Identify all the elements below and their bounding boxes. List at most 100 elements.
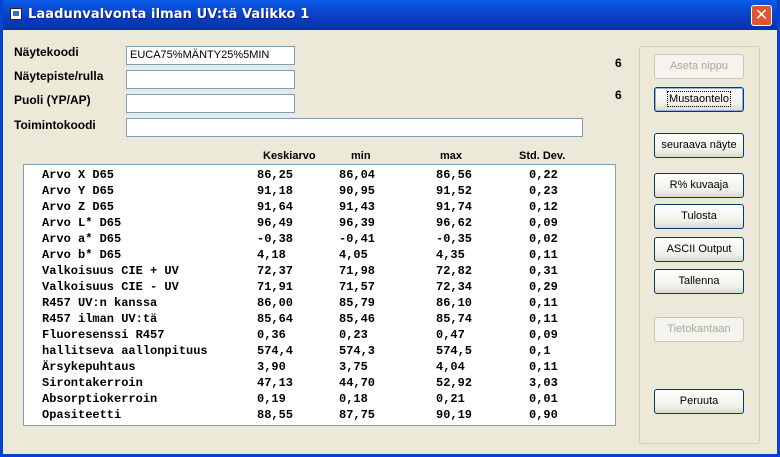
cell-avg: 91,18 (257, 184, 294, 198)
results-list[interactable]: Arvo X D65 86,25 86,04 86,56 0,22 Arvo Y D65 9… (23, 164, 616, 426)
cell-min: 574,3 (339, 344, 376, 358)
cell-std: 0,12 (529, 200, 558, 214)
cell-avg: 72,37 (257, 264, 294, 278)
cell-max: 86,56 (436, 168, 473, 182)
cell-max: 91,74 (436, 200, 473, 214)
toimintokoodi-label: Toimintokoodi (14, 118, 96, 132)
cell-max: 0,47 (436, 328, 465, 342)
cell-name: Arvo Z D65 (42, 200, 115, 214)
cell-min: 90,95 (339, 184, 376, 198)
naytepiste-label: Näytepiste/rulla (14, 69, 104, 83)
tietokantaan-button[interactable]: Tietokantaan (654, 317, 744, 342)
list-item[interactable]: Arvo L* D65 96,49 96,39 96,62 0,09 (24, 216, 615, 232)
cell-max: 574,5 (436, 344, 473, 358)
cell-min: 44,70 (339, 376, 376, 390)
list-item[interactable]: Arvo Z D65 91,64 91,43 91,74 0,12 (24, 200, 615, 216)
seuraava-nayte-button[interactable]: seuraava näyte (654, 133, 744, 158)
cell-min: 3,75 (339, 360, 368, 374)
cell-min: 85,79 (339, 296, 376, 310)
cell-name: Arvo b* D65 (42, 248, 122, 262)
cell-name: Arvo a* D65 (42, 232, 122, 246)
naytekoodi-field[interactable]: EUCA75%MÄNTY25%5MIN (126, 46, 295, 65)
list-item[interactable]: Absorptiokerroin 0,19 0,18 0,21 0,01 (24, 392, 615, 408)
mustaontelo-count: 6 (615, 88, 622, 102)
cell-min: 91,43 (339, 200, 376, 214)
close-button[interactable]: ✕ (751, 5, 772, 26)
cell-max: 96,62 (436, 216, 473, 230)
cell-std: 0,1 (529, 344, 551, 358)
list-item[interactable]: Arvo Y D65 91,18 90,95 91,52 0,23 (24, 184, 615, 200)
mustaontelo-button-label: Mustaontelo (667, 91, 731, 107)
cell-name: Ärsykepuhtaus (42, 360, 136, 374)
list-item[interactable]: Fluoresenssi R457 0,36 0,23 0,47 0,09 (24, 328, 615, 344)
cell-avg: 47,13 (257, 376, 294, 390)
cell-std: 0,09 (529, 328, 558, 342)
naytepiste-field[interactable] (126, 70, 295, 89)
cell-max: 72,82 (436, 264, 473, 278)
cell-min: 86,04 (339, 168, 376, 182)
cell-std: 0,11 (529, 360, 558, 374)
cell-std: 0,90 (529, 408, 558, 422)
cell-avg: -0,38 (257, 232, 294, 246)
title-bar[interactable]: Laadunvalvonta ilman UV:tä Valikko 1 ✕ (3, 0, 777, 30)
cell-name: Valkoisuus CIE - UV (42, 280, 179, 294)
toimintokoodi-field[interactable] (126, 118, 583, 137)
list-item[interactable]: Opasiteetti 88,55 87,75 90,19 0,90 (24, 408, 615, 424)
app-icon (10, 8, 22, 20)
cell-name: Arvo L* D65 (42, 216, 122, 230)
mustaontelo-button[interactable]: Mustaontelo (654, 87, 744, 112)
cell-avg: 0,19 (257, 392, 286, 406)
cell-avg: 0,36 (257, 328, 286, 342)
cell-std: 0,11 (529, 296, 558, 310)
window-title: Laadunvalvonta ilman UV:tä Valikko 1 (28, 7, 310, 22)
cell-name: Arvo X D65 (42, 168, 115, 182)
list-item[interactable]: Sirontakerroin 47,13 44,70 52,92 3,03 (24, 376, 615, 392)
cell-max: 0,21 (436, 392, 465, 406)
list-item[interactable]: R457 UV:n kanssa 86,00 85,79 86,10 0,11 (24, 296, 615, 312)
cell-std: 0,01 (529, 392, 558, 406)
cell-avg: 86,25 (257, 168, 294, 182)
cell-avg: 91,64 (257, 200, 294, 214)
cell-std: 0,09 (529, 216, 558, 230)
cell-name: Opasiteetti (42, 408, 122, 422)
cell-std: 3,03 (529, 376, 558, 390)
cell-std: 0,23 (529, 184, 558, 198)
cell-min: -0,41 (339, 232, 376, 246)
aseta-nippu-button[interactable]: Aseta nippu (654, 54, 744, 79)
header-min: min (351, 150, 371, 162)
cell-max: 85,74 (436, 312, 473, 326)
cell-avg: 88,55 (257, 408, 294, 422)
cell-min: 71,57 (339, 280, 376, 294)
cell-avg: 85,64 (257, 312, 294, 326)
cell-avg: 4,18 (257, 248, 286, 262)
cell-std: 0,11 (529, 312, 558, 326)
peruuta-button[interactable]: Peruuta (654, 389, 744, 414)
list-item[interactable]: R457 ilman UV:tä 85,64 85,46 85,74 0,11 (24, 312, 615, 328)
cell-max: 72,34 (436, 280, 473, 294)
cell-avg: 71,91 (257, 280, 294, 294)
list-item[interactable]: Valkoisuus CIE + UV 72,37 71,98 72,82 0,31 (24, 264, 615, 280)
cell-min: 96,39 (339, 216, 376, 230)
ascii-output-button[interactable]: ASCII Output (654, 237, 744, 262)
r-kuvaaja-button[interactable]: R% kuvaaja (654, 173, 744, 198)
list-item[interactable]: Ärsykepuhtaus 3,90 3,75 4,04 0,11 (24, 360, 615, 376)
cell-min: 0,18 (339, 392, 368, 406)
cell-max: 52,92 (436, 376, 473, 390)
puoli-field[interactable] (126, 94, 295, 113)
app-window: Laadunvalvonta ilman UV:tä Valikko 1 ✕ N… (0, 0, 780, 457)
tallenna-button[interactable]: Tallenna (654, 269, 744, 294)
list-item[interactable]: hallitseva aallonpituus 574,4 574,3 574,5 0,… (24, 344, 615, 360)
puoli-label: Puoli (YP/AP) (14, 93, 91, 107)
cell-min: 87,75 (339, 408, 376, 422)
tulosta-button[interactable]: Tulosta (654, 204, 744, 229)
nippu-count: 6 (615, 56, 622, 70)
cell-name: R457 UV:n kanssa (42, 296, 158, 310)
cell-min: 71,98 (339, 264, 376, 278)
list-item[interactable]: Arvo a* D65 -0,38 -0,41 -0,35 0,02 (24, 232, 615, 248)
list-item[interactable]: Arvo X D65 86,25 86,04 86,56 0,22 (24, 168, 615, 184)
cell-max: 4,35 (436, 248, 465, 262)
cell-std: 0,11 (529, 248, 558, 262)
cell-avg: 3,90 (257, 360, 286, 374)
list-item[interactable]: Arvo b* D65 4,18 4,05 4,35 0,11 (24, 248, 615, 264)
list-item[interactable]: Valkoisuus CIE - UV 71,91 71,57 72,34 0,29 (24, 280, 615, 296)
